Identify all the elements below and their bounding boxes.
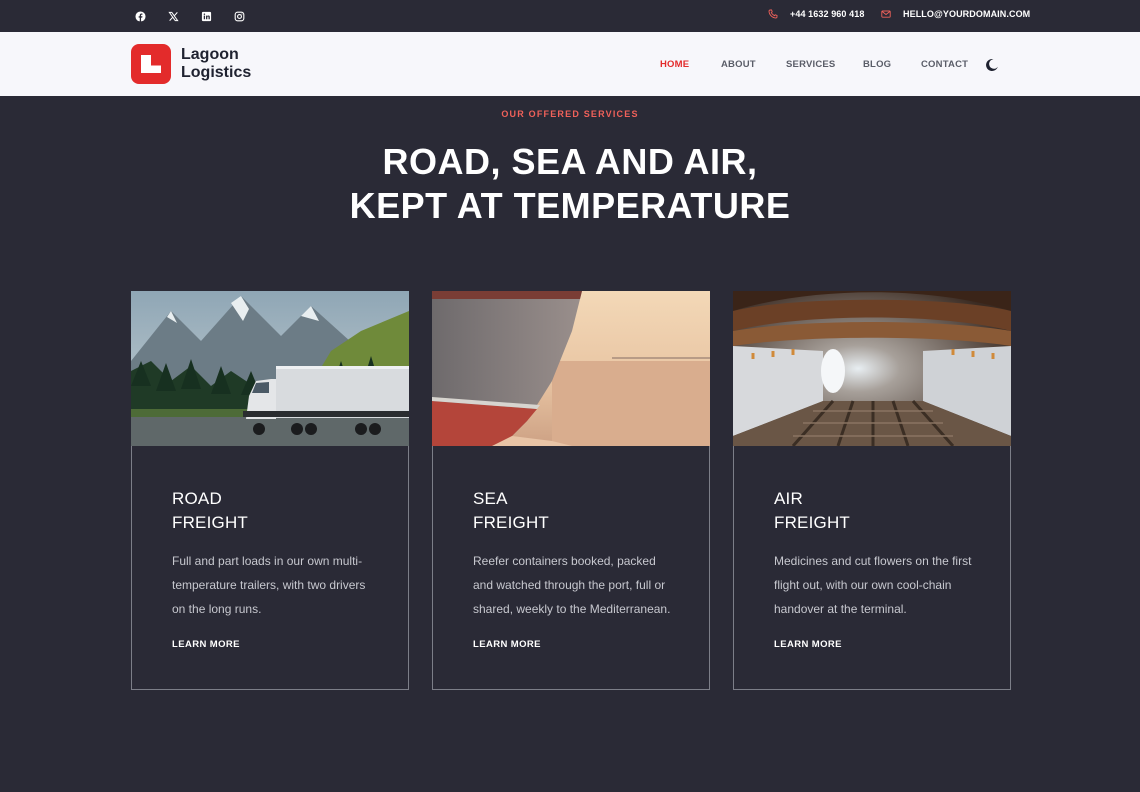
section-title-line-2: KEPT AT TEMPERATURE <box>349 185 791 226</box>
x-icon[interactable] <box>167 10 179 22</box>
instagram-icon[interactable] <box>233 10 245 22</box>
facebook-icon[interactable] <box>134 10 146 22</box>
card-title-line-2: FREIGHT <box>172 513 249 532</box>
nav-blog[interactable]: BLOG <box>863 59 891 70</box>
linkedin-icon[interactable] <box>200 10 212 22</box>
card-title-line-2: FREIGHT <box>473 513 550 532</box>
card-title-line-1: SEA <box>473 489 508 508</box>
card-title: AIR FREIGHT <box>774 487 850 535</box>
card-description: Full and part loads in our own multi-tem… <box>172 554 366 616</box>
phone-icon <box>768 9 778 19</box>
section-eyebrow: OUR OFFERED SERVICES <box>501 109 639 119</box>
card-title-line-1: AIR <box>774 489 803 508</box>
learn-more-link[interactable]: LEARN MORE <box>774 639 842 650</box>
service-card-sea[interactable]: SEA FREIGHT Reefer containers booked, pa… <box>432 291 710 690</box>
section-title-line-1: ROAD, SEA AND AIR, <box>382 141 758 182</box>
card-title: SEA FREIGHT <box>473 487 549 535</box>
top-bar: +44 1632 960 418 HELLO@YOURDOMAIN.COM <box>0 0 1140 32</box>
email-contact[interactable]: HELLO@YOURDOMAIN.COM <box>881 9 1030 19</box>
logo-icon[interactable] <box>131 44 171 84</box>
main-header: Lagoon Logistics HOME ABOUT SERVICES BLO… <box>0 32 1140 96</box>
nav-contact[interactable]: CONTACT <box>921 59 968 70</box>
mail-icon <box>881 10 891 18</box>
learn-more-link[interactable]: LEARN MORE <box>172 639 240 650</box>
service-card-air[interactable]: AIR FREIGHT Medicines and cut flowers on… <box>733 291 1011 690</box>
logo-line-1: Lagoon <box>181 46 239 63</box>
phone-number: +44 1632 960 418 <box>790 9 865 19</box>
nav-services[interactable]: SERVICES <box>786 59 835 70</box>
card-description: Medicines and cut flowers on the first f… <box>774 554 972 616</box>
section-title: ROAD, SEA AND AIR, KEPT AT TEMPERATURE <box>0 140 1140 228</box>
card-title-line-1: ROAD <box>172 489 222 508</box>
card-description: Reefer containers booked, packed and wat… <box>473 554 671 616</box>
learn-more-link[interactable]: LEARN MORE <box>473 639 541 650</box>
nav-about[interactable]: ABOUT <box>721 59 756 70</box>
service-card-road[interactable]: ROAD FREIGHT Full and part loads in our … <box>131 291 409 690</box>
logo-line-2: Logistics <box>181 64 252 81</box>
email-address: HELLO@YOURDOMAIN.COM <box>903 9 1031 19</box>
card-title-line-2: FREIGHT <box>774 513 851 532</box>
nav-home[interactable]: HOME <box>660 59 689 70</box>
phone-contact[interactable]: +44 1632 960 418 <box>768 9 864 19</box>
logo-wordmark[interactable]: Lagoon Logistics <box>181 46 251 82</box>
air-freight-image <box>733 291 1011 446</box>
moon-icon[interactable] <box>985 58 999 72</box>
sea-freight-image <box>432 291 710 446</box>
road-freight-image <box>131 291 409 446</box>
card-title: ROAD FREIGHT <box>172 487 248 535</box>
